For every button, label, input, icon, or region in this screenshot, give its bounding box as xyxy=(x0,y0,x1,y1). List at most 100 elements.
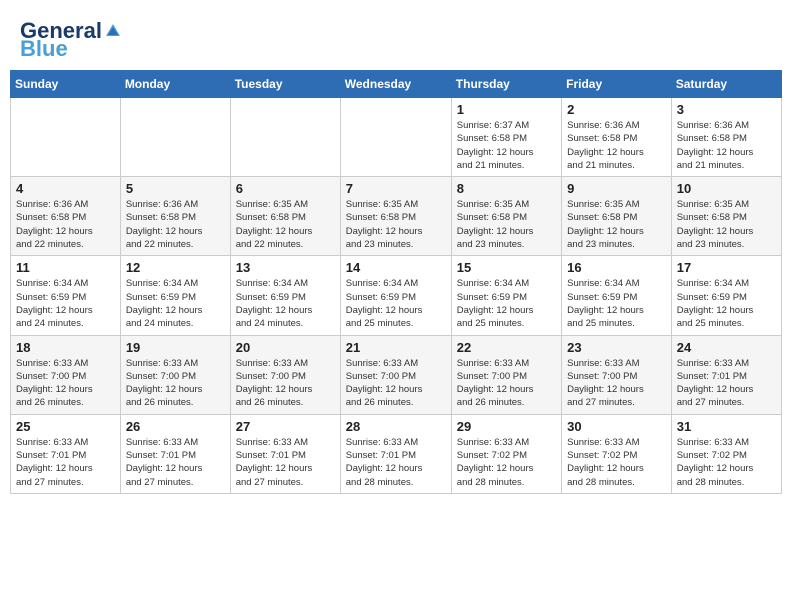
day-info: Sunrise: 6:36 AM Sunset: 6:58 PM Dayligh… xyxy=(126,198,225,251)
day-info: Sunrise: 6:35 AM Sunset: 6:58 PM Dayligh… xyxy=(457,198,556,251)
calendar-cell: 14 Sunrise: 6:34 AM Sunset: 6:59 PM Dayli… xyxy=(340,256,451,335)
day-info: Sunrise: 6:37 AM Sunset: 6:58 PM Dayligh… xyxy=(457,119,556,172)
day-info: Sunrise: 6:35 AM Sunset: 6:58 PM Dayligh… xyxy=(677,198,776,251)
day-info: Sunrise: 6:33 AM Sunset: 7:01 PM Dayligh… xyxy=(16,436,115,489)
logo-icon xyxy=(104,22,122,40)
calendar-cell: 28 Sunrise: 6:33 AM Sunset: 7:01 PM Dayli… xyxy=(340,414,451,493)
day-info: Sunrise: 6:34 AM Sunset: 6:59 PM Dayligh… xyxy=(677,277,776,330)
weekday-header-tuesday: Tuesday xyxy=(230,71,340,98)
weekday-header-sunday: Sunday xyxy=(11,71,121,98)
calendar-cell: 19 Sunrise: 6:33 AM Sunset: 7:00 PM Dayli… xyxy=(120,335,230,414)
calendar-cell xyxy=(11,98,121,177)
logo-blue: Blue xyxy=(20,38,68,60)
calendar-cell: 21 Sunrise: 6:33 AM Sunset: 7:00 PM Dayli… xyxy=(340,335,451,414)
calendar-cell xyxy=(230,98,340,177)
day-number: 4 xyxy=(16,181,115,196)
calendar-cell: 11 Sunrise: 6:34 AM Sunset: 6:59 PM Dayli… xyxy=(11,256,121,335)
calendar-cell: 4 Sunrise: 6:36 AM Sunset: 6:58 PM Daylig… xyxy=(11,177,121,256)
logo: General Blue xyxy=(20,20,122,60)
day-info: Sunrise: 6:33 AM Sunset: 7:01 PM Dayligh… xyxy=(677,357,776,410)
calendar-cell: 24 Sunrise: 6:33 AM Sunset: 7:01 PM Dayli… xyxy=(671,335,781,414)
day-number: 27 xyxy=(236,419,335,434)
day-info: Sunrise: 6:33 AM Sunset: 7:02 PM Dayligh… xyxy=(457,436,556,489)
day-info: Sunrise: 6:33 AM Sunset: 7:02 PM Dayligh… xyxy=(677,436,776,489)
day-info: Sunrise: 6:35 AM Sunset: 6:58 PM Dayligh… xyxy=(567,198,666,251)
day-number: 6 xyxy=(236,181,335,196)
calendar-cell: 20 Sunrise: 6:33 AM Sunset: 7:00 PM Dayli… xyxy=(230,335,340,414)
day-number: 20 xyxy=(236,340,335,355)
calendar-cell: 5Sunrise: 6:36 AM Sunset: 6:58 PM Daylig… xyxy=(120,177,230,256)
day-number: 29 xyxy=(457,419,556,434)
day-number: 10 xyxy=(677,181,776,196)
day-number: 18 xyxy=(16,340,115,355)
calendar-cell: 29 Sunrise: 6:33 AM Sunset: 7:02 PM Dayli… xyxy=(451,414,561,493)
day-number: 22 xyxy=(457,340,556,355)
calendar-table: SundayMondayTuesdayWednesdayThursdayFrid… xyxy=(10,70,782,494)
day-number: 14 xyxy=(346,260,446,275)
calendar-cell xyxy=(340,98,451,177)
day-number: 16 xyxy=(567,260,666,275)
calendar-cell: 30 Sunrise: 6:33 AM Sunset: 7:02 PM Dayli… xyxy=(562,414,672,493)
day-info: Sunrise: 6:34 AM Sunset: 6:59 PM Dayligh… xyxy=(126,277,225,330)
day-info: Sunrise: 6:34 AM Sunset: 6:59 PM Dayligh… xyxy=(457,277,556,330)
day-info: Sunrise: 6:33 AM Sunset: 7:00 PM Dayligh… xyxy=(16,357,115,410)
day-info: Sunrise: 6:34 AM Sunset: 6:59 PM Dayligh… xyxy=(16,277,115,330)
day-number: 31 xyxy=(677,419,776,434)
day-number: 13 xyxy=(236,260,335,275)
day-info: Sunrise: 6:35 AM Sunset: 6:58 PM Dayligh… xyxy=(346,198,446,251)
day-info: Sunrise: 6:33 AM Sunset: 7:00 PM Dayligh… xyxy=(236,357,335,410)
calendar-cell: 27 Sunrise: 6:33 AM Sunset: 7:01 PM Dayli… xyxy=(230,414,340,493)
day-number: 7 xyxy=(346,181,446,196)
calendar-cell: 9 Sunrise: 6:35 AM Sunset: 6:58 PM Daylig… xyxy=(562,177,672,256)
day-number: 15 xyxy=(457,260,556,275)
day-info: Sunrise: 6:34 AM Sunset: 6:59 PM Dayligh… xyxy=(236,277,335,330)
day-number: 1 xyxy=(457,102,556,117)
day-number: 12 xyxy=(126,260,225,275)
calendar-cell: 31 Sunrise: 6:33 AM Sunset: 7:02 PM Dayli… xyxy=(671,414,781,493)
day-number: 30 xyxy=(567,419,666,434)
calendar-cell: 10 Sunrise: 6:35 AM Sunset: 6:58 PM Dayli… xyxy=(671,177,781,256)
day-info: Sunrise: 6:33 AM Sunset: 7:01 PM Dayligh… xyxy=(236,436,335,489)
calendar-cell: 25 Sunrise: 6:33 AM Sunset: 7:01 PM Dayli… xyxy=(11,414,121,493)
day-info: Sunrise: 6:34 AM Sunset: 6:59 PM Dayligh… xyxy=(346,277,446,330)
day-number: 2 xyxy=(567,102,666,117)
day-info: Sunrise: 6:36 AM Sunset: 6:58 PM Dayligh… xyxy=(677,119,776,172)
weekday-header-saturday: Saturday xyxy=(671,71,781,98)
calendar-cell xyxy=(120,98,230,177)
page-header: General Blue xyxy=(10,10,782,65)
day-number: 21 xyxy=(346,340,446,355)
calendar-cell: 7 Sunrise: 6:35 AM Sunset: 6:58 PM Daylig… xyxy=(340,177,451,256)
day-info: Sunrise: 6:33 AM Sunset: 7:00 PM Dayligh… xyxy=(346,357,446,410)
day-number: 24 xyxy=(677,340,776,355)
weekday-header-thursday: Thursday xyxy=(451,71,561,98)
calendar-cell: 17 Sunrise: 6:34 AM Sunset: 6:59 PM Dayli… xyxy=(671,256,781,335)
day-info: Sunrise: 6:33 AM Sunset: 7:00 PM Dayligh… xyxy=(126,357,225,410)
calendar-cell: 13 Sunrise: 6:34 AM Sunset: 6:59 PM Dayli… xyxy=(230,256,340,335)
day-info: Sunrise: 6:33 AM Sunset: 7:00 PM Dayligh… xyxy=(457,357,556,410)
day-number: 28 xyxy=(346,419,446,434)
day-info: Sunrise: 6:33 AM Sunset: 7:01 PM Dayligh… xyxy=(346,436,446,489)
day-info: Sunrise: 6:33 AM Sunset: 7:00 PM Dayligh… xyxy=(567,357,666,410)
calendar-cell: 15 Sunrise: 6:34 AM Sunset: 6:59 PM Dayli… xyxy=(451,256,561,335)
calendar-cell: 3 Sunrise: 6:36 AM Sunset: 6:58 PM Daylig… xyxy=(671,98,781,177)
day-number: 8 xyxy=(457,181,556,196)
calendar-cell: 16 Sunrise: 6:34 AM Sunset: 6:59 PM Dayli… xyxy=(562,256,672,335)
calendar-cell: 1 Sunrise: 6:37 AM Sunset: 6:58 PM Daylig… xyxy=(451,98,561,177)
calendar-cell: 8 Sunrise: 6:35 AM Sunset: 6:58 PM Daylig… xyxy=(451,177,561,256)
calendar-cell: 23Sunrise: 6:33 AM Sunset: 7:00 PM Dayli… xyxy=(562,335,672,414)
day-info: Sunrise: 6:36 AM Sunset: 6:58 PM Dayligh… xyxy=(16,198,115,251)
day-number: 17 xyxy=(677,260,776,275)
day-number: 9 xyxy=(567,181,666,196)
calendar-cell: 12 Sunrise: 6:34 AM Sunset: 6:59 PM Dayli… xyxy=(120,256,230,335)
calendar-cell: 22 Sunrise: 6:33 AM Sunset: 7:00 PM Dayli… xyxy=(451,335,561,414)
calendar-cell: 2Sunrise: 6:36 AM Sunset: 6:58 PM Daylig… xyxy=(562,98,672,177)
day-info: Sunrise: 6:33 AM Sunset: 7:02 PM Dayligh… xyxy=(567,436,666,489)
weekday-header-wednesday: Wednesday xyxy=(340,71,451,98)
day-number: 26 xyxy=(126,419,225,434)
day-number: 25 xyxy=(16,419,115,434)
day-number: 3 xyxy=(677,102,776,117)
day-info: Sunrise: 6:34 AM Sunset: 6:59 PM Dayligh… xyxy=(567,277,666,330)
day-number: 11 xyxy=(16,260,115,275)
day-number: 19 xyxy=(126,340,225,355)
day-info: Sunrise: 6:33 AM Sunset: 7:01 PM Dayligh… xyxy=(126,436,225,489)
